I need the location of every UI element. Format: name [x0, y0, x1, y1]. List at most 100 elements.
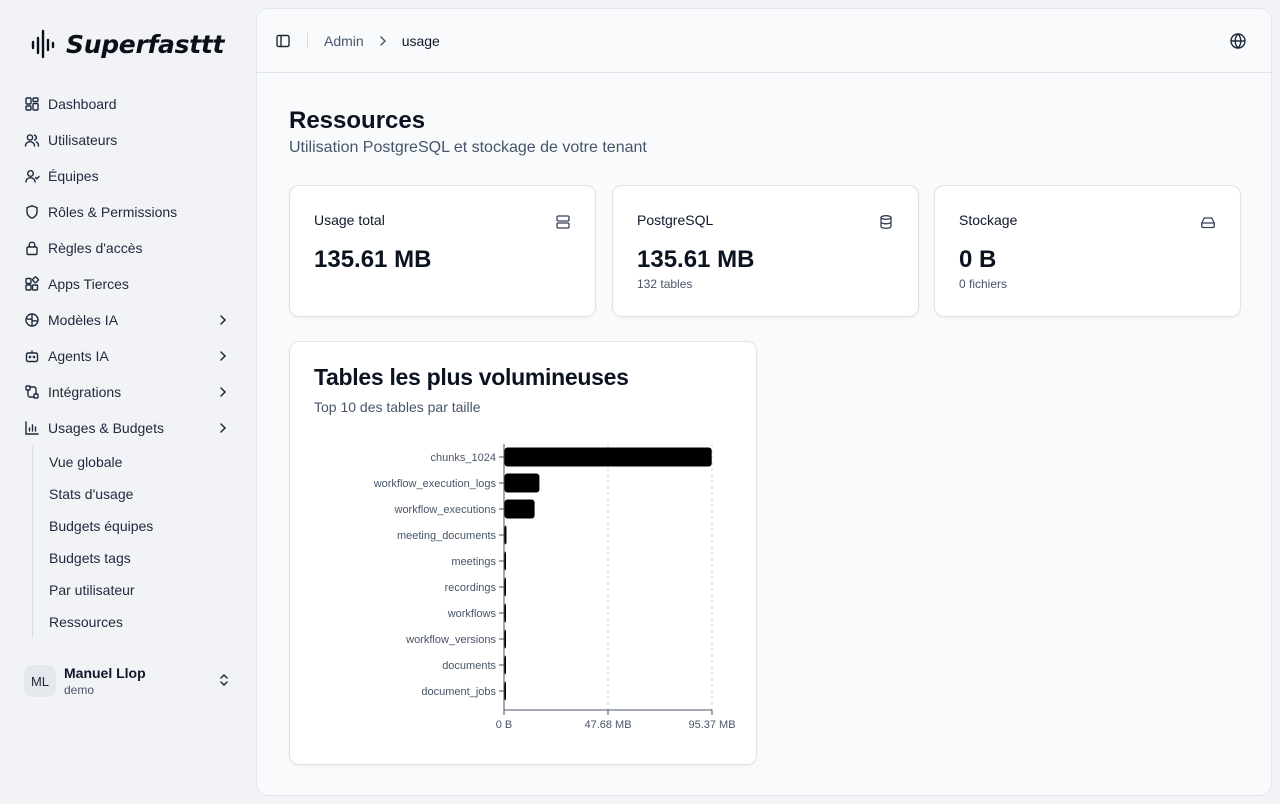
- bar: [504, 447, 712, 467]
- bot-icon: [24, 348, 40, 364]
- stat-subtext: 132 tables: [637, 277, 693, 291]
- subnav-item-par-utilisateur[interactable]: Par utilisateur: [33, 574, 244, 606]
- stat-value: 135.61 MB: [637, 246, 755, 273]
- subnav-item-ressources[interactable]: Ressources: [33, 606, 244, 638]
- usages-subnav: Vue globale Stats d'usage Budgets équipe…: [32, 446, 244, 638]
- app-name: Superfasttt: [66, 29, 225, 59]
- chevron-right-icon: [220, 315, 227, 325]
- y-tick-label: workflow_executions: [394, 504, 497, 516]
- sidebar-item-dashboard[interactable]: Dashboard: [16, 86, 244, 122]
- chevron-right-icon: [220, 423, 227, 433]
- database-icon: [880, 215, 892, 229]
- lock-icon: [24, 240, 40, 256]
- dashboard-icon: [24, 96, 40, 112]
- sidebar-nav: Dashboard Utilisateurs Équipes Rôles & P…: [16, 86, 244, 638]
- bar: [504, 499, 535, 519]
- server-icon: [556, 215, 570, 229]
- sidebar-item-label: Usages & Budgets: [48, 420, 164, 436]
- avatar: ML: [24, 665, 56, 697]
- user-tenant: demo: [64, 683, 95, 697]
- user-menu[interactable]: ML Manuel Llop demo: [24, 660, 240, 702]
- chevron-right-icon: [376, 34, 390, 48]
- chevrons-up-down-icon[interactable]: [216, 672, 232, 688]
- stat-value: 135.61 MB: [314, 246, 432, 273]
- sidebar-item-label: Apps Tierces: [48, 276, 129, 292]
- stat-card-postgresql: PostgreSQL 135.61 MB 132 tables: [612, 185, 919, 317]
- y-tick-label: workflow_versions: [405, 634, 496, 646]
- sidebar-item-apps-tierces[interactable]: Apps Tierces: [16, 266, 244, 302]
- sidebar: Superfasttt Dashboard Utilisateurs Équip…: [0, 0, 256, 804]
- bar: [504, 629, 506, 649]
- y-tick-label: workflow_execution_logs: [373, 478, 497, 490]
- team-icon: [24, 168, 40, 184]
- sidebar-item-agents-ia[interactable]: Agents IA: [16, 338, 244, 374]
- chevron-right-icon: [220, 351, 227, 361]
- sidebar-item-roles-permissions[interactable]: Rôles & Permissions: [16, 194, 244, 230]
- soundwave-logo-icon: [31, 29, 55, 59]
- x-tick-label: 0 B: [496, 719, 513, 731]
- y-tick-label: workflows: [447, 608, 497, 620]
- user-name: Manuel Llop: [64, 665, 146, 681]
- y-tick-label: recordings: [445, 582, 497, 594]
- sidebar-item-label: Règles d'accès: [48, 240, 143, 256]
- stat-value: 0 B: [959, 246, 997, 273]
- y-tick-label: document_jobs: [421, 686, 496, 698]
- sidebar-item-label: Agents IA: [48, 348, 109, 364]
- shield-icon: [24, 204, 40, 220]
- subnav-item-stats-usage[interactable]: Stats d'usage: [33, 478, 244, 510]
- sidebar-item-label: Équipes: [48, 168, 99, 184]
- y-tick-label: chunks_1024: [431, 452, 496, 464]
- sidebar-item-modeles-ia[interactable]: Modèles IA: [16, 302, 244, 338]
- page-subtitle: Utilisation PostgreSQL et stockage de vo…: [289, 139, 647, 156]
- y-tick-label: meeting_documents: [397, 530, 497, 542]
- globe-icon[interactable]: [1229, 32, 1247, 50]
- bar: [504, 525, 507, 545]
- bar: [504, 603, 506, 623]
- breadcrumb-admin[interactable]: Admin: [324, 33, 364, 49]
- users-icon: [24, 132, 40, 148]
- sidebar-toggle-icon[interactable]: [275, 33, 291, 49]
- sidebar-item-label: Utilisateurs: [48, 132, 118, 148]
- largest-tables-chart-card: Tables les plus volumineuses Top 10 des …: [289, 341, 757, 765]
- subnav-item-budgets-tags[interactable]: Budgets tags: [33, 542, 244, 574]
- subnav-item-budgets-equipes[interactable]: Budgets équipes: [33, 510, 244, 542]
- divider: [307, 32, 308, 49]
- bar-chart: 0 B 47.68 MB 95.37 MB chunks_1024 workflow_e…: [373, 444, 736, 731]
- bar: [504, 655, 506, 675]
- stat-card-usage-total: Usage total 135.61 MB: [289, 185, 596, 317]
- bar-chart-icon: [24, 420, 40, 436]
- main-panel: Admin usage Ressources Utilisation Postg…: [256, 8, 1272, 796]
- sidebar-item-integrations[interactable]: Intégrations: [16, 374, 244, 410]
- stat-subtext: 0 fichiers: [959, 277, 1008, 291]
- chevron-right-icon: [220, 387, 227, 397]
- page-title: Ressources: [289, 107, 426, 134]
- sidebar-item-regles-acces[interactable]: Règles d'accès: [16, 230, 244, 266]
- bar: [504, 681, 506, 701]
- sidebar-item-usages-budgets[interactable]: Usages & Budgets: [16, 410, 244, 446]
- x-tick-label: 47.68 MB: [584, 719, 631, 731]
- sidebar-item-label: Modèles IA: [48, 312, 119, 328]
- sidebar-item-label: Dashboard: [48, 96, 117, 112]
- bar: [504, 577, 506, 597]
- bar: [504, 473, 540, 493]
- stat-label: PostgreSQL: [637, 212, 714, 228]
- sidebar-item-label: Intégrations: [48, 384, 122, 400]
- sidebar-item-equipes[interactable]: Équipes: [16, 158, 244, 194]
- stat-label: Usage total: [314, 212, 385, 228]
- y-tick-label: meetings: [451, 556, 496, 568]
- apps-icon: [24, 276, 40, 292]
- y-tick-label: documents: [442, 660, 496, 672]
- top-bar: Admin usage: [257, 9, 1271, 73]
- hard-drive-icon: [1201, 217, 1215, 229]
- stat-card-stockage: Stockage 0 B 0 fichiers: [934, 185, 1241, 317]
- app-logo[interactable]: Superfasttt: [30, 24, 224, 64]
- x-tick-label: 95.37 MB: [688, 719, 735, 731]
- subnav-item-vue-globale[interactable]: Vue globale: [33, 446, 244, 478]
- brain-icon: [24, 312, 40, 328]
- stat-label: Stockage: [959, 212, 1018, 228]
- bar: [504, 551, 507, 571]
- integration-icon: [24, 384, 40, 400]
- breadcrumb-current: usage: [401, 32, 440, 49]
- sidebar-item-utilisateurs[interactable]: Utilisateurs: [16, 122, 244, 158]
- sidebar-item-label: Rôles & Permissions: [48, 204, 178, 220]
